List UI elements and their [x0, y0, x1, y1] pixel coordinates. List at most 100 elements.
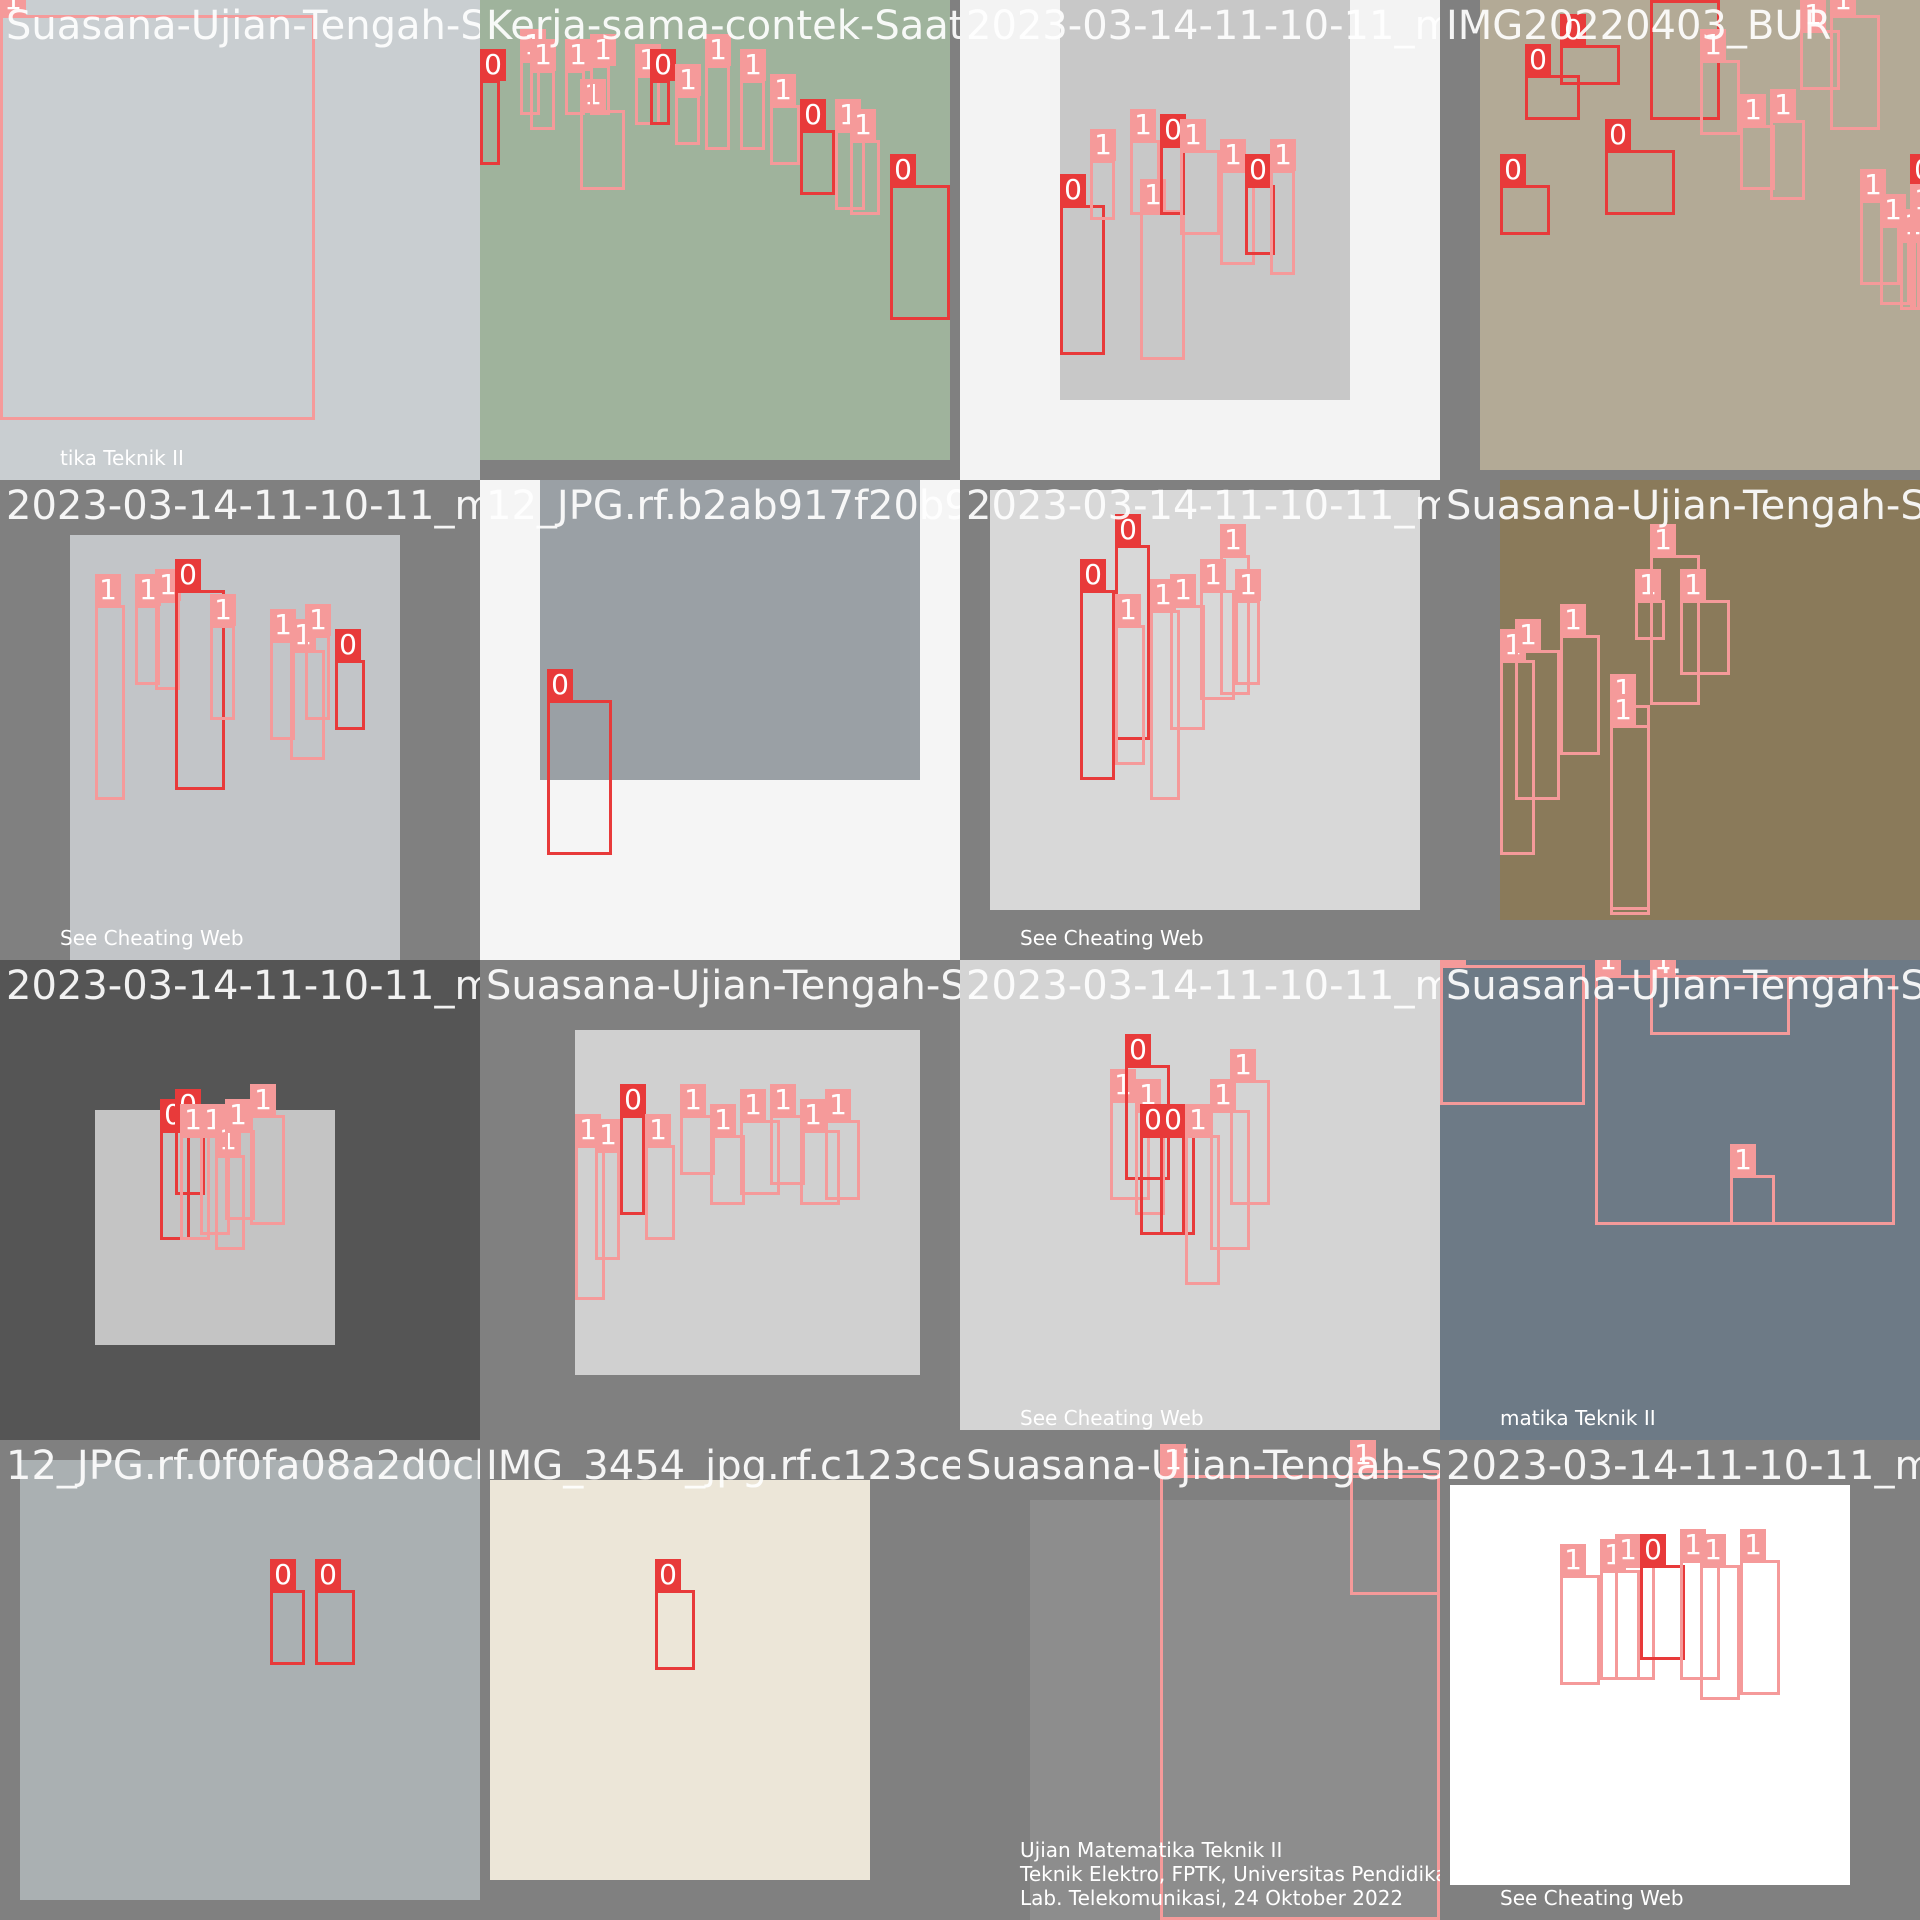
tile-filename: Suasana-Ujian-Tengah-Sem	[486, 963, 960, 1009]
detection-box: 0	[1060, 174, 1105, 355]
detection-mosaic: 1tika Teknik IISuasana-Ujian-Tengah-Sem0…	[0, 0, 1920, 1920]
detection-box: 0	[1560, 14, 1620, 85]
image-caption: See Cheating Web	[1500, 1886, 1684, 1910]
class-label: 1	[1515, 619, 1541, 651]
class-label: 1	[800, 1099, 826, 1131]
class-label: 1	[770, 74, 796, 106]
class-label: 1	[1615, 1534, 1641, 1566]
detection-box: 1	[1730, 1144, 1775, 1225]
class-label: 0	[1125, 1034, 1151, 1066]
detection-box: 1	[675, 64, 701, 145]
tile-filename: Kerja-sama-contek-Saat-Ujian_mp4-5_jpg	[486, 3, 960, 49]
detection-box: 0	[480, 49, 506, 165]
photo-placeholder	[990, 490, 1420, 910]
detection-box: 1	[1700, 1534, 1740, 1700]
detection-box: 1	[1230, 1049, 1270, 1205]
class-label: 1	[680, 1084, 706, 1116]
mosaic-tile: 11111111Suasana-Ujian-Tengah-Sem	[1440, 480, 1920, 960]
class-label: 0	[1080, 559, 1106, 591]
class-label: 1	[250, 1084, 276, 1116]
detection-box: 1	[1830, 0, 1880, 130]
class-label: 1	[1610, 694, 1636, 726]
photo-placeholder	[490, 1480, 870, 1880]
detection-box: 1	[210, 594, 236, 720]
detection-box: 1	[1740, 1529, 1780, 1695]
class-label: 1	[825, 1089, 851, 1121]
class-label: 1	[1560, 1544, 1586, 1576]
detection-box: 1	[770, 74, 800, 165]
detection-box: 0	[890, 154, 950, 320]
class-label: 1	[1680, 569, 1706, 601]
class-label: 0	[650, 49, 676, 81]
image-caption: See Cheating Web	[1020, 1406, 1204, 1430]
detection-box: 1	[1090, 129, 1116, 220]
mosaic-tile: 1 1 1 0 1 1 1 1 0 See Cheating Web 2023-03-14-11-1…	[0, 480, 480, 960]
detection-box: 0	[315, 1559, 355, 1665]
mosaic-tile: 1 0 1 0 0 1 1 1 See Cheating Web 2023-03-14-11-10…	[960, 960, 1440, 1440]
class-label: 1	[675, 64, 701, 96]
tile-filename: 2023-03-14-11-10-11_mp4-294_jpg.rf	[6, 483, 480, 529]
detection-box: 1	[1515, 619, 1560, 800]
detection-box: 1	[645, 1114, 675, 1240]
detection-box: 1	[0, 0, 315, 420]
tile-filename: Suasana-Ujian-Tengah-Sem	[1446, 963, 1920, 1009]
class-label: 0	[547, 669, 573, 701]
mosaic-tile: 1 1 Ujian Matematika Teknik II Teknik Elek…	[960, 1440, 1440, 1920]
class-label: 0	[1605, 119, 1631, 151]
mosaic-tile: 1 tika Teknik II Suasana-Ujian-Tengah-Sem	[0, 0, 480, 480]
detection-box: 1	[1115, 594, 1145, 765]
mosaic-tile: 0111111011110110Kerja-sama-contek-Saat-U…	[480, 0, 960, 480]
detection-box: 0	[1500, 154, 1550, 235]
class-label: 0	[480, 49, 506, 81]
mosaic-tile: 0 IMG_3454_jpg.rf.c123ce707c6a25e88	[480, 1440, 960, 1920]
class-label: 1	[1700, 1534, 1726, 1566]
class-label: 1	[770, 1084, 796, 1116]
detection-box: 0	[547, 669, 612, 855]
class-label: 0	[175, 559, 201, 591]
tile-filename: 2023-03-14-11-10-11_mp4-250_jpg	[966, 963, 1440, 1009]
class-label: 1	[1090, 129, 1116, 161]
class-label: 1	[1170, 574, 1196, 606]
tile-filename: 2023-03-14-11-10-11_mp4-89_jpg	[966, 483, 1440, 529]
detection-box: 1	[740, 49, 766, 150]
mosaic-tile: 1101111111Suasana-Ujian-Tengah-Sem	[480, 960, 960, 1440]
class-label: 1	[1560, 604, 1586, 636]
class-label: 0	[1500, 154, 1526, 186]
detection-box: 1	[1610, 694, 1650, 915]
class-label: 1	[1830, 0, 1856, 16]
detection-box: 1	[1680, 569, 1730, 675]
class-label: 0	[655, 1559, 681, 1591]
class-label: 1	[210, 594, 236, 626]
image-caption: tika Teknik II	[60, 446, 184, 470]
class-label: 1	[710, 1104, 736, 1136]
tile-filename: 12_JPG.rf.b2ab917f20b92bc6	[486, 483, 960, 529]
class-label: 1	[1185, 1104, 1211, 1136]
class-label: 1	[595, 1119, 621, 1151]
detection-box: 1	[590, 34, 616, 115]
class-label: 1	[1220, 139, 1246, 171]
detection-box: 1	[825, 1089, 860, 1200]
detection-box: 1	[305, 604, 331, 720]
detection-box: 0	[1605, 119, 1675, 215]
class-label: 1	[1180, 119, 1206, 151]
detection-box: 0	[270, 1559, 305, 1665]
class-label: 1	[1235, 569, 1261, 601]
detection-box: 1	[1560, 1544, 1600, 1685]
tile-filename: 2023-03-14-11-10-11_mp4-2	[1446, 1443, 1920, 1489]
tile-filename: IMG20220403_BUR	[1446, 3, 1832, 49]
class-label: 0	[1640, 1534, 1666, 1566]
mosaic-tile: 00 12_JPG.rf.0f0fa08a2d0cb545	[0, 1440, 480, 1920]
detection-box: 1	[580, 79, 625, 190]
class-label: 1	[645, 1114, 671, 1146]
class-label: 0	[315, 1559, 341, 1591]
detection-box: 1	[1140, 179, 1185, 360]
detection-box: 0	[620, 1084, 646, 1215]
detection-box: 1	[1270, 139, 1296, 275]
detection-box: 1	[1235, 569, 1261, 685]
class-label: 0	[1650, 0, 1676, 1]
mosaic-tile: 0 0 1 1 1 1 1 1 See Cheating Web 2023-03-14-11-10…	[960, 480, 1440, 960]
class-label: 0	[1910, 154, 1920, 186]
image-caption: Ujian Matematika Teknik II Teknik Elektr…	[1020, 1838, 1440, 1910]
detection-box: 1	[95, 574, 125, 800]
detection-box: 1	[705, 34, 731, 150]
